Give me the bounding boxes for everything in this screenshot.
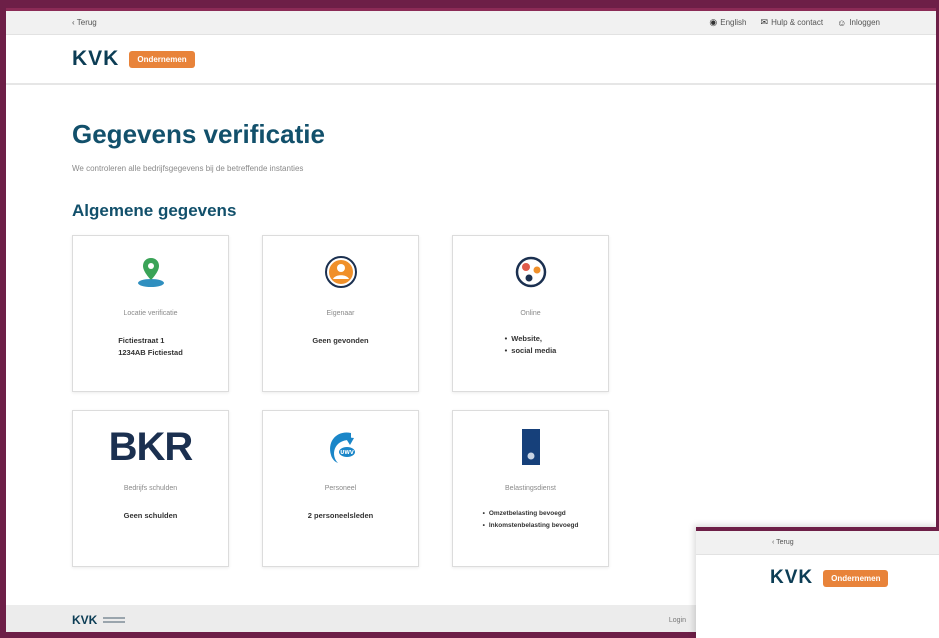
page-subtitle: We controleren alle bedrijfsgegevens bij… — [72, 164, 304, 173]
list-item: social media — [505, 345, 556, 357]
card-list: Omzetbelasting bevoegd Inkomstenbelastin… — [483, 508, 579, 532]
card-label: Online — [520, 310, 541, 317]
overlay-kvk-logo[interactable]: KVK — [770, 567, 813, 589]
address-line-street: Fictiestraat 1 — [118, 336, 165, 345]
help-contact-label: Hulp & contact — [771, 18, 824, 27]
back-link[interactable]: ‹ Terug — [72, 18, 97, 27]
bkr-logo-text: BKR — [108, 425, 194, 469]
card-value: Geen schulden — [123, 511, 178, 520]
card-value: Geen gevonden — [312, 336, 369, 345]
card-list: Website, social media — [505, 333, 557, 357]
overlay-back-link[interactable]: ‹ Terug — [772, 539, 794, 546]
verification-cards: Locatie verificatie Fictiestraat 1 1234A… — [72, 235, 936, 567]
uwv-logo: UWV — [321, 427, 361, 467]
footer-kvk-text: KVK — [72, 613, 98, 627]
overlay-window: ‹ Terug KVK Ondernemen — [696, 527, 939, 638]
card-label: Locatie verificatie — [123, 310, 178, 317]
header-badge: Ondernemen — [129, 50, 195, 68]
card-location[interactable]: Locatie verificatie Fictiestraat 1 1234A… — [72, 235, 229, 392]
overlay-badge: Ondernemen — [823, 569, 889, 587]
card-value: 2 personeelsleden — [307, 511, 374, 520]
tax-authority-logo — [521, 427, 540, 467]
card-owner[interactable]: Eigenaar Geen gevonden — [262, 235, 419, 392]
language-label: English — [720, 18, 747, 27]
overlay-utility-bar: ‹ Terug — [696, 531, 939, 555]
card-value: Fictiestraat 1 1234AB Fictiestad — [118, 335, 183, 359]
svg-text:UWV: UWV — [340, 450, 354, 456]
person-icon — [324, 252, 358, 292]
login-link[interactable]: ☺ Inloggen — [837, 18, 880, 28]
card-tax[interactable]: Belastingsdienst Omzetbelasting bevoegd … — [452, 410, 609, 567]
card-online[interactable]: Online Website, social media — [452, 235, 609, 392]
globe-icon: ◉ — [709, 17, 718, 27]
site-header: KVK Ondernemen — [6, 35, 936, 85]
list-item: Omzetbelasting bevoegd — [483, 508, 579, 520]
address-line-city: 1234AB Fictiestad — [118, 348, 183, 357]
location-icon — [134, 252, 168, 292]
list-item: Website, — [505, 333, 557, 345]
card-personnel[interactable]: UWV Personeel 2 personeelsleden — [262, 410, 419, 567]
bkr-logo: BKR — [108, 425, 194, 469]
card-label: Belastingsdienst — [505, 485, 556, 492]
login-label: Inloggen — [849, 18, 880, 27]
footer-logo[interactable]: KVK — [72, 613, 126, 627]
user-icon: ☺ — [837, 17, 847, 28]
page-title: Gegevens verificatie — [72, 119, 325, 149]
kvk-logo[interactable]: KVK — [72, 47, 119, 71]
overlay-header: KVK Ondernemen — [696, 555, 939, 601]
footer-login-link[interactable]: Login — [669, 617, 686, 624]
card-label: Eigenaar — [326, 310, 355, 317]
network-icon — [514, 252, 548, 292]
language-link[interactable]: ◉ English — [709, 17, 746, 28]
card-debts[interactable]: BKR Bedrijfs schulden Geen schulden — [72, 410, 229, 567]
card-label: Bedrijfs schulden — [123, 485, 178, 492]
list-item: Inkomstenbelasting bevoegd — [483, 520, 579, 532]
utility-bar: ‹ Terug ◉ English ✉ Hulp & contact ☺ Inl… — [6, 11, 936, 35]
main-content: Gegevens verificatie We controleren alle… — [6, 119, 936, 567]
utility-links: ◉ English ✉ Hulp & contact ☺ Inloggen — [709, 17, 880, 28]
help-contact-link[interactable]: ✉ Hulp & contact — [761, 17, 824, 28]
chat-icon: ✉ — [760, 17, 769, 27]
footer-logo-lines — [103, 617, 126, 623]
section-title: Algemene gegevens — [72, 201, 237, 220]
card-label: Personeel — [324, 485, 357, 492]
